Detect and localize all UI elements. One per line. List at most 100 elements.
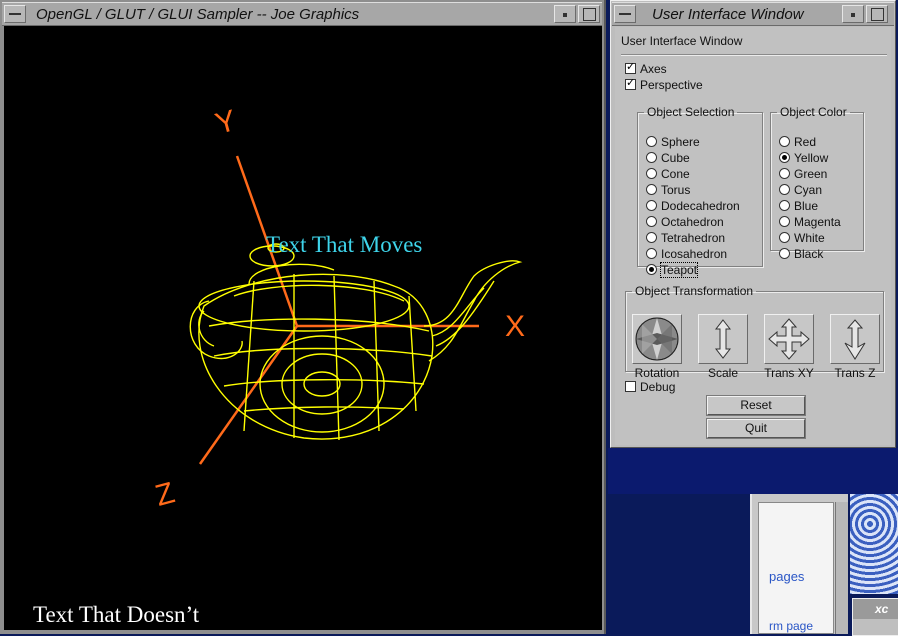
axes-checkbox-row[interactable]: Axes <box>625 60 667 76</box>
gl-window-title: OpenGL / GLUT / GLUI Sampler -- Joe Grap… <box>36 6 360 23</box>
background-scrollbar[interactable] <box>835 502 848 634</box>
object-color-group: Object Color Red Yellow Green Cyan Blue Magen… <box>770 105 864 261</box>
radio-label: Octahedron <box>661 215 724 229</box>
radio-button[interactable] <box>646 152 657 163</box>
axis-x-label: X <box>505 310 526 343</box>
object-option-cone[interactable]: Cone <box>646 167 690 181</box>
scale-arrows-icon <box>714 319 732 359</box>
gl-window-titlebar[interactable]: OpenGL / GLUT / GLUI Sampler -- Joe Grap… <box>2 2 602 26</box>
ui-window[interactable]: User Interface Window User Interface Win… <box>610 0 896 448</box>
color-option-cyan[interactable]: Cyan <box>779 183 822 197</box>
divider <box>621 54 887 56</box>
radio-button[interactable] <box>646 184 657 195</box>
scale-label: Scale <box>707 366 739 380</box>
object-option-octahedron[interactable]: Octahedron <box>646 215 724 229</box>
radio-button[interactable] <box>779 184 790 195</box>
radio-button[interactable] <box>779 248 790 259</box>
background-link-pages[interactable]: pages <box>769 569 804 584</box>
radio-button[interactable] <box>779 152 790 163</box>
radio-button[interactable] <box>779 168 790 179</box>
radio-button[interactable] <box>646 168 657 179</box>
maximize-icon[interactable] <box>866 5 888 23</box>
move-z-icon <box>844 319 866 360</box>
radio-label: Cone <box>661 167 690 181</box>
radio-label: Dodecahedron <box>661 199 740 213</box>
radio-button[interactable] <box>779 136 790 147</box>
debug-label: Debug <box>640 380 676 394</box>
desktop-background <box>608 448 898 494</box>
radio-label: Red <box>794 135 817 149</box>
axes-label: Axes <box>640 62 667 76</box>
static-text: Text That Doesn’t <box>33 602 200 627</box>
object-option-teapot[interactable]: Teapot <box>646 262 699 278</box>
background-link-form[interactable]: rm page <box>769 619 813 633</box>
trans-z-label: Trans Z <box>834 366 876 380</box>
object-color-legend: Object Color <box>780 105 847 119</box>
radio-button[interactable] <box>646 264 657 275</box>
color-option-white[interactable]: White <box>779 231 825 245</box>
object-selection-group: Object Selection Sphere Cube Cone Torus Dode… <box>637 105 763 278</box>
window-menu-icon[interactable] <box>4 5 26 23</box>
radio-label: Teapot <box>659 262 699 278</box>
rotation-label: Rotation <box>634 366 680 380</box>
background-wallpaper-image <box>850 494 898 594</box>
radio-button[interactable] <box>646 200 657 211</box>
move-xy-icon <box>768 318 810 360</box>
ui-window-titlebar[interactable]: User Interface Window <box>612 2 894 26</box>
radio-label: Blue <box>794 199 819 213</box>
trans-xy-label: Trans XY <box>764 366 814 380</box>
object-option-cube[interactable]: Cube <box>646 151 690 165</box>
gl-viewport[interactable]: Y X Z Text That Moves Text That Doesn’t <box>4 26 602 630</box>
radio-button[interactable] <box>646 232 657 243</box>
rotation-control[interactable] <box>632 314 682 364</box>
color-option-blue[interactable]: Blue <box>779 199 818 213</box>
trans-z-control[interactable] <box>830 314 880 364</box>
object-option-torus[interactable]: Torus <box>646 183 690 197</box>
color-option-red[interactable]: Red <box>779 135 816 149</box>
radio-label: Sphere <box>661 135 700 149</box>
gl-window[interactable]: OpenGL / GLUT / GLUI Sampler -- Joe Grap… <box>0 0 606 634</box>
radio-button[interactable] <box>779 216 790 227</box>
object-transformation-group: Object Transformation Rotation Scale Tra… <box>625 284 884 380</box>
object-option-icosahedron[interactable]: Icosahedron <box>646 247 727 261</box>
trans-xy-control[interactable] <box>764 314 814 364</box>
background-browser-window[interactable]: pages rm page <box>750 494 848 634</box>
window-menu-icon[interactable] <box>614 5 636 23</box>
radio-button[interactable] <box>646 136 657 147</box>
radio-button[interactable] <box>646 248 657 259</box>
object-option-dodecahedron[interactable]: Dodecahedron <box>646 199 740 213</box>
axes-lines <box>198 155 479 465</box>
perspective-checkbox-row[interactable]: Perspective <box>625 76 703 92</box>
radio-label: Tetrahedron <box>661 231 726 245</box>
color-option-black[interactable]: Black <box>779 247 823 261</box>
radio-button[interactable] <box>779 200 790 211</box>
reset-button[interactable]: Reset <box>707 396 805 415</box>
radio-button[interactable] <box>779 232 790 243</box>
radio-label: Black <box>794 247 824 261</box>
ui-window-title: User Interface Window <box>652 6 804 23</box>
object-option-sphere[interactable]: Sphere <box>646 135 700 149</box>
perspective-label: Perspective <box>640 78 703 92</box>
radio-label: Cube <box>661 151 690 165</box>
radio-label: White <box>794 231 825 245</box>
radio-label: Cyan <box>794 183 823 197</box>
color-option-green[interactable]: Green <box>779 167 827 181</box>
scale-control[interactable] <box>698 314 748 364</box>
color-option-yellow[interactable]: Yellow <box>779 151 828 165</box>
maximize-icon[interactable] <box>578 5 600 23</box>
object-option-tetrahedron[interactable]: Tetrahedron <box>646 231 725 245</box>
rotation-ball-icon <box>635 317 679 361</box>
minimize-icon[interactable] <box>842 5 864 23</box>
teapot-wireframe <box>189 243 523 441</box>
debug-checkbox-row[interactable]: Debug <box>625 380 675 394</box>
quit-button[interactable]: Quit <box>707 419 805 438</box>
axes-checkbox[interactable] <box>625 60 636 74</box>
radio-label: Yellow <box>794 151 829 165</box>
perspective-checkbox[interactable] <box>625 76 636 90</box>
minimize-icon[interactable] <box>554 5 576 23</box>
debug-checkbox[interactable] <box>625 381 636 392</box>
object-transformation-legend: Object Transformation <box>635 284 754 298</box>
background-terminal-window[interactable]: xc <box>852 598 898 636</box>
color-option-magenta[interactable]: Magenta <box>779 215 841 229</box>
radio-button[interactable] <box>646 216 657 227</box>
